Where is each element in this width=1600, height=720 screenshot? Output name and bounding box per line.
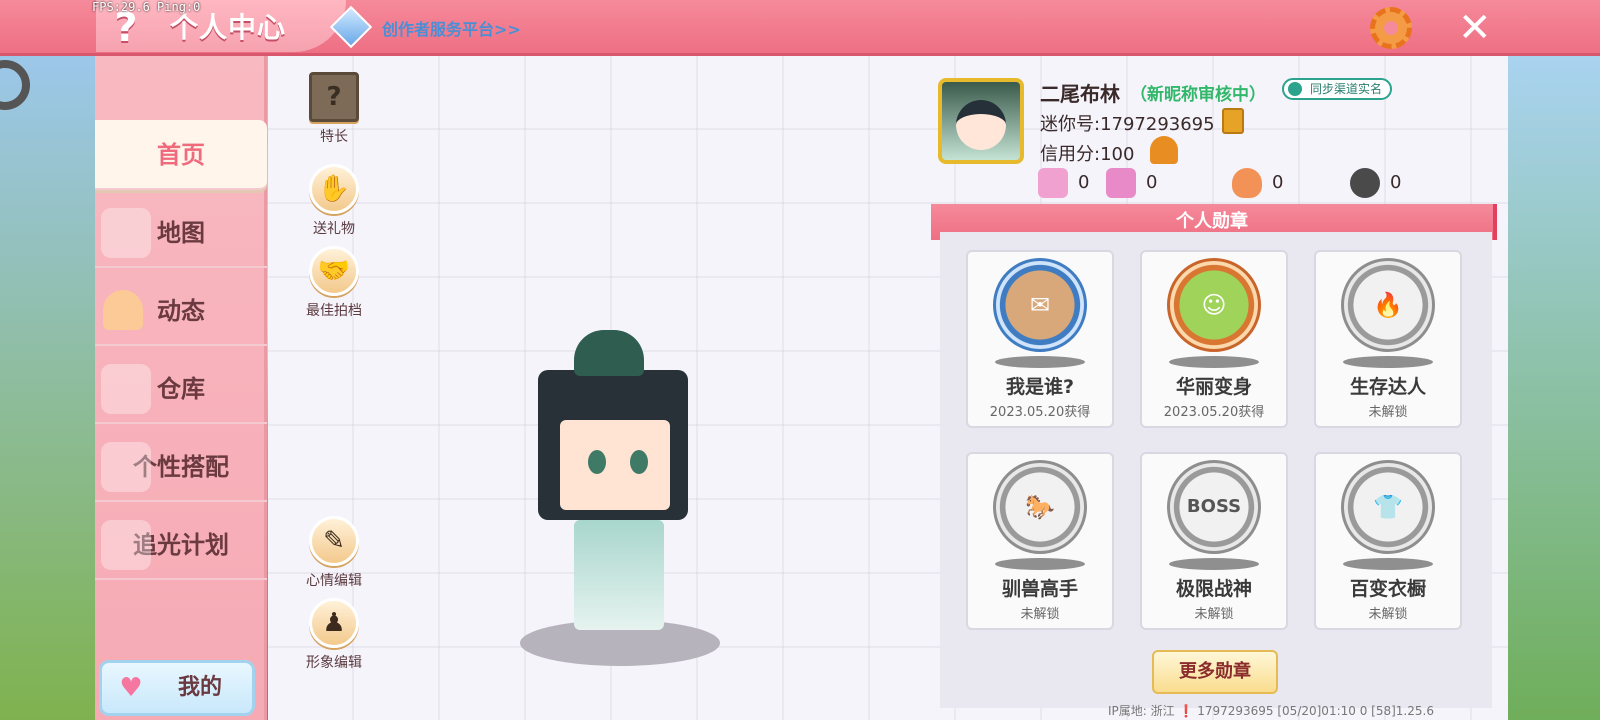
star-icon [101,520,151,570]
handshake-icon: 🤝 [309,246,359,296]
gift-icon: ✋ [309,164,359,214]
mood-edit-button[interactable]: ✎ 心情编辑 [294,516,374,590]
edit-icon: ✎ [309,516,359,566]
stat-flame[interactable]: 0 [1232,168,1283,198]
sidebar-item-label: 动态 [157,297,205,325]
sync-realname-button[interactable]: 同步渠道实名 [1282,78,1393,100]
badge-tamer[interactable]: 🐎 驯兽高手 未解锁 [966,452,1114,630]
medal-pedestal [1169,356,1259,368]
boss-medal-icon: BOSS [1167,460,1261,554]
outfit-edit-icon: ♟ [309,598,359,648]
badge-status: 2023.05.20获得 [1163,405,1265,420]
character-eye [588,450,606,474]
medal-pedestal [1169,558,1259,570]
map-icon [101,208,151,258]
stat-value: 0 [1078,172,1090,193]
tool-label: 送礼物 [313,221,355,237]
close-button[interactable]: ✕ [1458,4,1492,52]
badge-name: 百变衣橱 [1349,578,1426,600]
sidebar-item-outfit[interactable]: 个性搭配 [95,432,267,502]
medal-pedestal [1343,558,1433,570]
footer-info: IP属地: 浙江 ❗ 1797293695 [05/20]01:10 0 [58… [1108,704,1434,718]
mine-label: 我的 [177,675,222,700]
credit-score: 信用分:100 [1040,144,1135,165]
outfit-icon [101,442,151,492]
more-badges-button[interactable]: 更多勋章 [1152,650,1278,694]
badge-survival[interactable]: 🔥 生存达人 未解锁 [1314,250,1462,428]
badge-name: 驯兽高手 [1001,578,1078,600]
stat-fans[interactable]: 0 [1106,168,1157,198]
sidebar-item-map[interactable]: 地图 [95,198,267,268]
broken-heart-icon [1350,168,1380,198]
avatar-face [956,100,1006,150]
stat-value: 0 [1146,172,1158,193]
character-face [560,420,670,510]
stat-add-friend[interactable]: 0 [1038,168,1089,198]
sidebar-item-label: 地图 [157,219,205,247]
envelope-medal-icon: ✉ [993,258,1087,352]
avatar-edit-button[interactable]: ♟ 形象编辑 [294,598,374,672]
player-character[interactable] [480,320,740,680]
badge-transform[interactable]: ☺ 华丽变身 2023.05.20获得 [1140,250,1288,428]
flame-icon [1232,168,1262,198]
nickname: 二尾布林 [1040,82,1120,106]
stat-value: 0 [1390,172,1402,193]
tool-label: 最佳拍档 [306,303,362,319]
character-body [574,520,664,630]
horse-medal-icon: 🐎 [993,460,1087,554]
badge-who-am-i[interactable]: ✉ 我是谁? 2023.05.20获得 [966,250,1114,428]
badge-status: 未解锁 [1368,607,1408,622]
tool-label: 特长 [320,129,348,145]
badge-name: 华丽变身 [1175,376,1252,398]
talent-button[interactable]: ? 特长 [294,72,374,146]
medal-pedestal [995,558,1085,570]
question-block-icon: ? [309,72,359,122]
tool-label: 心情编辑 [306,573,362,589]
badge-name: 我是谁? [1005,376,1075,398]
wardrobe-medal-icon: 👕 [1341,460,1435,554]
campfire-medal-icon: 🔥 [1341,258,1435,352]
settings-gear-icon[interactable] [1370,7,1412,49]
credit-info-icon[interactable] [1150,136,1178,164]
stat-value: 0 [1272,172,1284,193]
sidebar-item-label: 仓库 [157,375,205,403]
creator-platform-link[interactable]: 创作者服务平台>> [382,16,521,40]
tool-label: 形象编辑 [306,655,362,671]
copy-icon[interactable] [1222,108,1244,134]
stat-hearts[interactable]: 0 [1350,168,1401,198]
sidebar: 首页 地图 动态 仓库 个性搭配 追光计划 [95,56,267,720]
badge-war-god[interactable]: BOSS 极限战神 未解锁 [1140,452,1288,630]
sidebar-item-label: 首页 [157,141,205,169]
badge-status: 未解锁 [1194,607,1234,622]
character-hat [574,330,644,376]
character-eye [630,450,648,474]
mine-button[interactable]: ♥ 我的 [99,660,255,716]
world-right-edge [1508,56,1600,720]
dino-medal-icon: ☺ [1167,258,1261,352]
medal-pedestal [995,356,1085,368]
sidebar-item-light-plan[interactable]: 追光计划 [95,510,267,580]
mini-id: 迷你号:1797293695 [1040,114,1215,135]
badge-status: 未解锁 [1020,607,1060,622]
nickname-status: （新昵称审核中） [1130,85,1266,105]
heart-icon: ♥ [119,673,143,703]
add-friend-icon [1038,168,1068,198]
best-partner-button[interactable]: 🤝 最佳拍档 [294,246,374,320]
medal-pedestal [1343,356,1433,368]
fps-readout: FPS:29.6 Ping:0 [92,0,201,14]
badge-name: 生存达人 [1349,376,1426,398]
sidebar-item-home[interactable]: 首页 [95,120,267,190]
world-left-edge [0,56,95,720]
badge-wardrobe[interactable]: 👕 百变衣橱 未解锁 [1314,452,1462,630]
sidebar-item-storage[interactable]: 仓库 [95,354,267,424]
avatar[interactable] [938,78,1024,164]
sidebar-item-feed[interactable]: 动态 [95,276,267,346]
badge-status: 2023.05.20获得 [989,405,1091,420]
bell-icon [103,290,143,330]
badge-name: 极限战神 [1175,578,1252,600]
badge-status: 未解锁 [1368,405,1408,420]
send-gift-button[interactable]: ✋ 送礼物 [294,164,374,238]
fans-icon [1106,168,1136,198]
warehouse-icon [101,364,151,414]
